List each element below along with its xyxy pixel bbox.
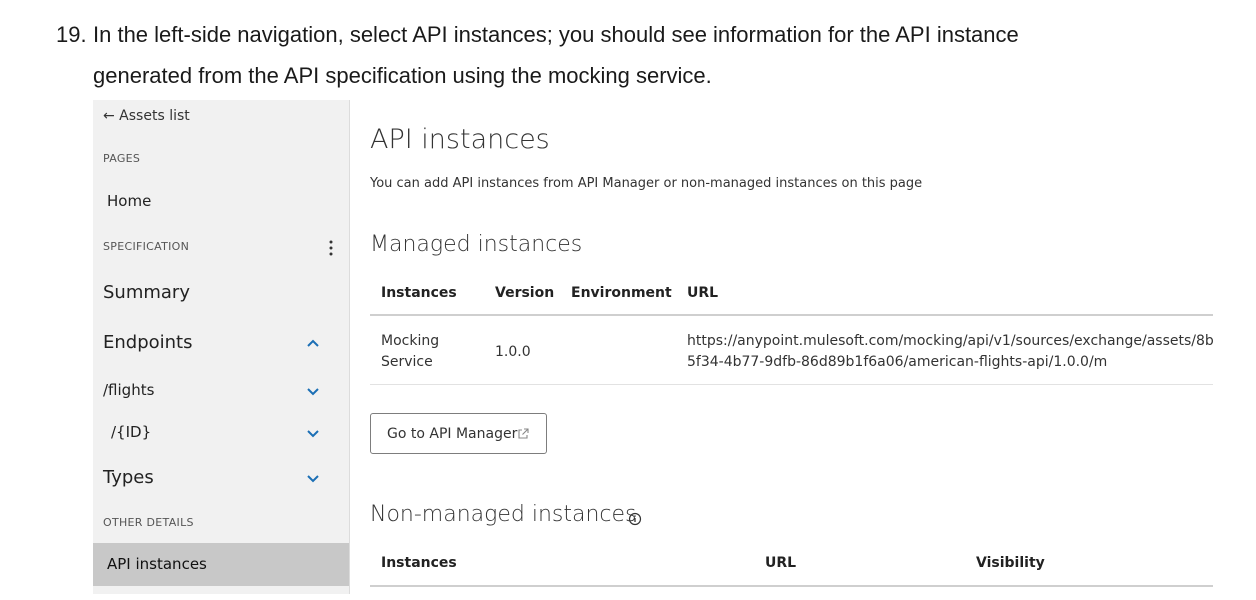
table-header-divider [370,314,1213,316]
managed-instances-heading: Managed instances [370,232,583,257]
main-content: API instances You can add API instances … [370,100,1213,594]
table-header-divider [370,585,1213,587]
col-visibility: Visibility [976,555,1045,571]
info-icon[interactable] [628,512,642,526]
table-row-divider [370,384,1213,385]
non-managed-instances-heading: Non-managed instances [370,502,637,527]
screenshot: ← Assets list PAGES Home SPECIFICATION S… [93,100,1213,594]
col-environment: Environment [571,285,672,301]
col-instances: Instances [381,285,457,301]
sidebar-item-api-instances-label: API instances [107,555,207,573]
sidebar-item-api-instances[interactable]: API instances [93,543,349,586]
step-line-2: generated from the API specification usi… [93,63,712,88]
instruction-step: 19. In the left-side navigation, select … [56,14,1236,96]
chevron-down-icon[interactable] [307,472,319,484]
sidebar-item-id[interactable]: /{ID} [111,423,367,441]
pages-heading: PAGES [103,152,141,165]
sidebar-item-types[interactable]: Types [103,467,359,488]
sidebar-item-id-label: /{ID} [111,423,152,441]
chevron-up-icon[interactable] [307,338,319,350]
page-title: API instances [370,124,550,155]
col-url: URL [687,285,719,301]
go-to-api-manager-button[interactable]: Go to API Manager [370,413,547,454]
col-version: Version [495,285,555,301]
sidebar-item-home[interactable]: Home [107,192,363,210]
chevron-down-icon[interactable] [307,385,319,397]
instance-version: 1.0.0 [495,344,531,360]
col-instances: Instances [381,555,457,571]
step-number: 19. [56,22,87,47]
col-url: URL [765,555,797,571]
left-navigation: ← Assets list PAGES Home SPECIFICATION S… [93,100,350,594]
more-options-icon[interactable] [329,239,333,257]
external-link-icon [518,428,529,439]
sidebar-item-endpoints[interactable]: Endpoints [103,332,359,353]
assets-list-link[interactable]: ← Assets list [103,108,359,124]
instance-url[interactable]: https://anypoint.mulesoft.com/mocking/ap… [687,331,1213,373]
page-description: You can add API instances from API Manag… [370,176,923,191]
sidebar-item-summary[interactable]: Summary [103,282,359,303]
instance-name: Mocking Service [381,333,440,370]
sidebar-item-flights[interactable]: /flights [103,381,359,399]
step-line-1: In the left-side navigation, select API … [93,22,1019,47]
chevron-down-icon[interactable] [307,427,319,439]
other-details-heading: OTHER DETAILS [103,516,194,529]
specification-heading: SPECIFICATION [103,240,190,253]
